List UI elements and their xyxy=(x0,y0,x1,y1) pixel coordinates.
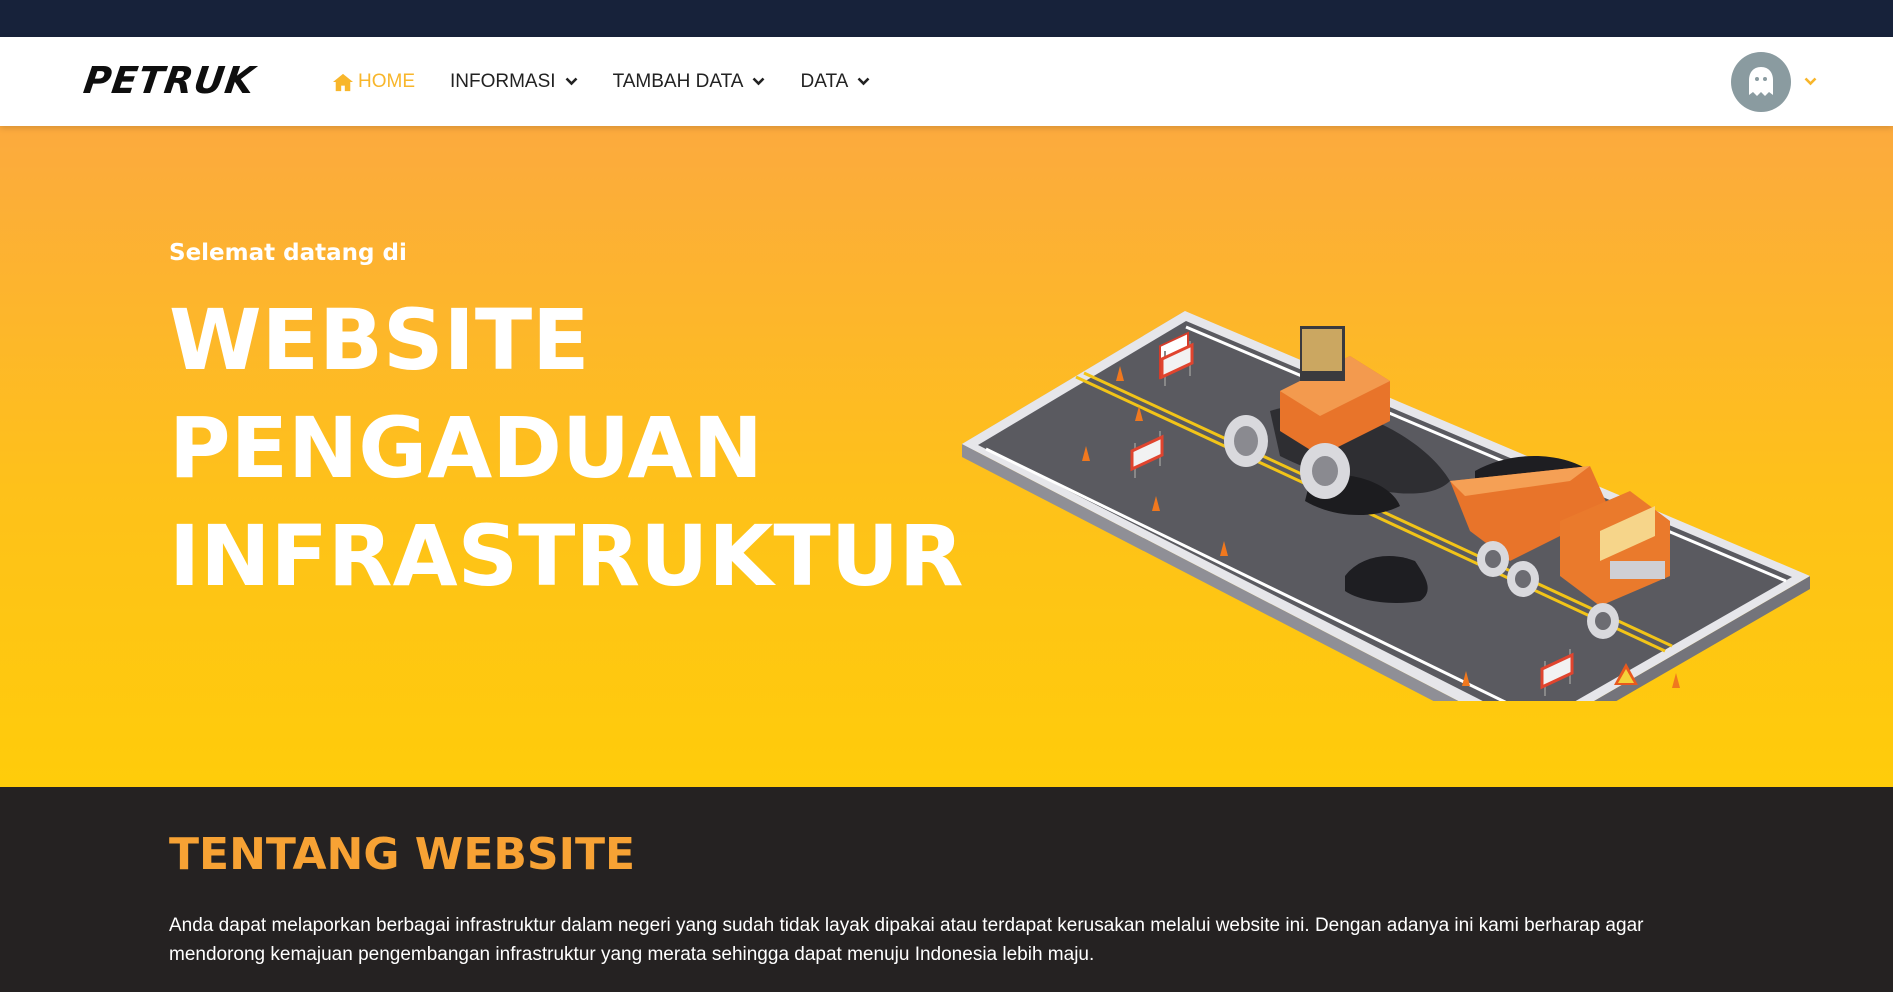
nav-data-label: DATA xyxy=(800,70,849,92)
hero-title-line: WEBSITE xyxy=(169,291,590,389)
chevron-down-icon xyxy=(753,77,765,86)
nav-tambah-data[interactable]: TAMBAH DATA xyxy=(613,71,766,93)
about-section: TENTANG WEBSITE Anda dapat melaporkan be… xyxy=(0,787,1893,992)
site-logo[interactable]: PETRUK xyxy=(81,59,258,102)
road-construction-illustration xyxy=(962,311,1810,701)
nav-home[interactable]: HOME xyxy=(332,71,415,93)
ghost-icon xyxy=(1749,67,1773,96)
about-text: Anda dapat melaporkan berbagai infrastru… xyxy=(169,915,1644,965)
nav-home-label: HOME xyxy=(358,70,415,92)
hero-title: WEBSITE PENGADUAN INFRASTRUKTUR xyxy=(169,286,964,610)
chevron-down-icon xyxy=(857,77,870,86)
about-title: TENTANG WEBSITE xyxy=(169,829,636,880)
user-avatar[interactable] xyxy=(1731,52,1791,112)
nav-informasi[interactable]: INFORMASI xyxy=(450,71,578,93)
top-strip xyxy=(0,0,1893,37)
user-menu-chevron-icon[interactable] xyxy=(1804,77,1817,86)
main-nav: HOME INFORMASI TAMBAH DATA DATA xyxy=(332,37,905,126)
home-icon xyxy=(333,73,353,91)
chevron-down-icon xyxy=(565,77,577,86)
nav-data[interactable]: DATA xyxy=(800,71,870,93)
hero-title-line: PENGADUAN xyxy=(169,399,763,497)
nav-informasi-label: INFORMASI xyxy=(450,70,556,92)
hero-section: Selemat datang di WEBSITE PENGADUAN INFR… xyxy=(0,126,1893,787)
hero-subtitle: Selemat datang di xyxy=(169,240,407,266)
nav-tambah-data-label: TAMBAH DATA xyxy=(612,70,744,92)
navbar: PETRUK HOME INFORMASI TAMBAH DATA DATA xyxy=(0,37,1893,126)
hero-title-line: INFRASTRUKTUR xyxy=(169,507,964,605)
